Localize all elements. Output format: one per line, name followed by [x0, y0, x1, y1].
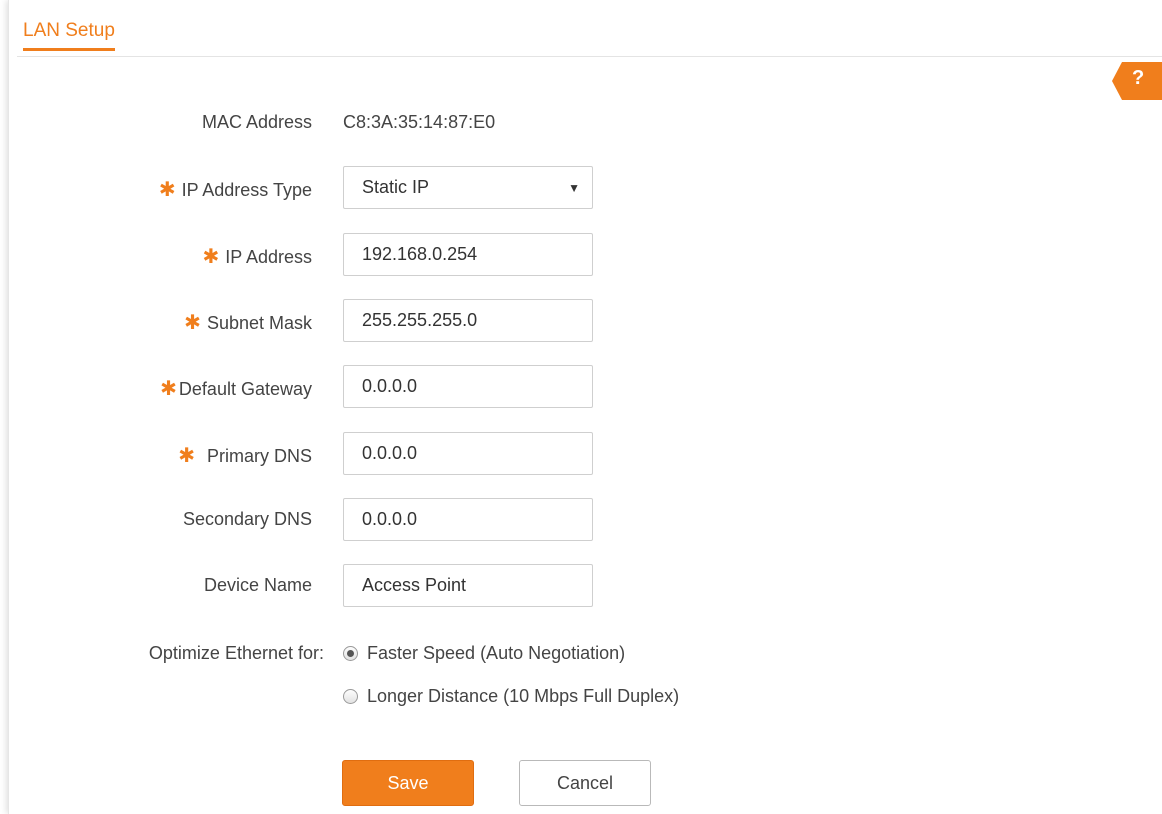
mac-address-value: C8:3A:35:14:87:E0	[343, 112, 496, 132]
ip-address-input[interactable]: 192.168.0.254	[343, 233, 593, 276]
primary-dns-label-text: Primary DNS	[206, 446, 312, 466]
default-gateway-input[interactable]: 0.0.0.0	[343, 365, 593, 408]
radio-longer-distance[interactable]: Longer Distance (10 Mbps Full Duplex)	[343, 686, 679, 707]
ip-type-selected-value: Static IP	[362, 177, 430, 197]
primary-dns-input[interactable]: 0.0.0.0	[343, 432, 593, 475]
header-divider	[17, 56, 1162, 57]
radio-unchecked-icon[interactable]	[343, 689, 358, 704]
required-marker: ✱	[160, 378, 177, 400]
help-icon: ?	[1132, 67, 1145, 89]
device-name-label: Device Name	[203, 575, 312, 595]
primary-dns-label: ✱ Primary DNS	[178, 443, 312, 468]
secondary-dns-input[interactable]: 0.0.0.0	[343, 498, 593, 541]
radio-longer-distance-label: Longer Distance (10 Mbps Full Duplex)	[367, 686, 680, 706]
ip-address-label: ✱ IP Address	[203, 244, 313, 269]
radio-faster-speed[interactable]: Faster Speed (Auto Negotiation)	[343, 643, 625, 664]
dropdown-arrow-icon: ▼	[568, 181, 580, 195]
optimize-ethernet-label: Optimize Ethernet for:	[148, 643, 324, 663]
required-marker: ✱	[178, 445, 195, 467]
ip-type-select[interactable]: Static IP ▼	[343, 166, 593, 209]
required-marker: ✱	[158, 179, 176, 201]
ip-address-label-text: IP Address	[225, 247, 312, 267]
required-marker: ✱	[184, 312, 201, 334]
default-gateway-label-text: Default Gateway	[178, 379, 312, 399]
page-frame: LAN Setup ? MAC Address C8:3A:35:14:87:E…	[8, 0, 1162, 814]
device-name-input[interactable]: Access Point	[343, 564, 593, 607]
subnet-mask-label-text: Subnet Mask	[206, 313, 312, 333]
page-title[interactable]: LAN Setup	[23, 20, 115, 51]
secondary-dns-label: Secondary DNS	[182, 509, 312, 529]
mac-address-label: MAC Address	[201, 112, 312, 132]
default-gateway-label: ✱ Default Gateway	[160, 376, 312, 401]
subnet-mask-input[interactable]: 255.255.255.0	[343, 299, 593, 342]
subnet-mask-label: ✱ Subnet Mask	[184, 310, 312, 335]
required-marker: ✱	[202, 246, 220, 268]
radio-faster-speed-label: Faster Speed (Auto Negotiation)	[367, 643, 626, 663]
ip-type-label: ✱ IP Address Type	[159, 177, 312, 202]
ip-type-label-text: IP Address Type	[181, 180, 312, 200]
radio-checked-icon[interactable]	[343, 646, 358, 661]
save-button[interactable]: Save	[342, 760, 474, 806]
help-button[interactable]: ?	[1112, 62, 1162, 100]
page-header: LAN Setup	[23, 20, 115, 56]
cancel-button[interactable]: Cancel	[519, 760, 651, 806]
